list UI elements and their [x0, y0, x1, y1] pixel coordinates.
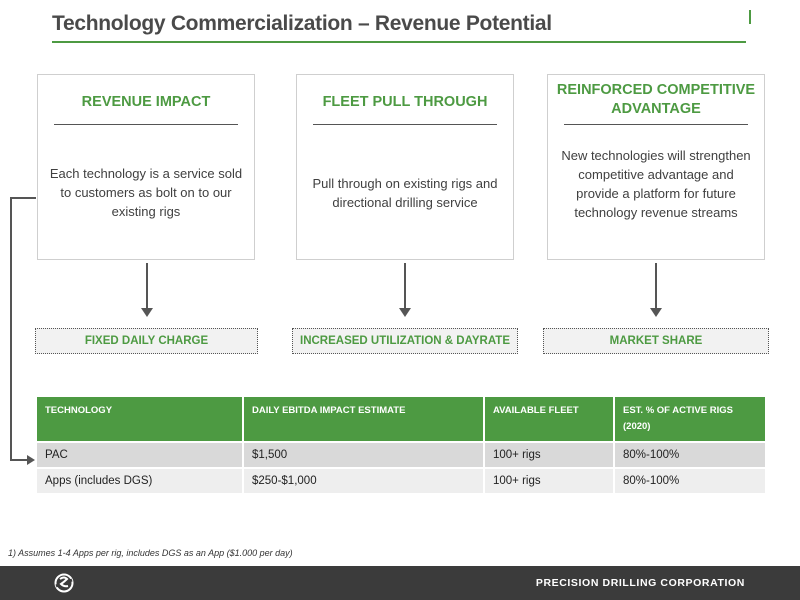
company-name: PRECISION DRILLING CORPORATION	[535, 577, 745, 589]
table-cell: $250-$1,000	[243, 467, 485, 493]
col-available-fleet: AVAILABLE FLEET	[484, 397, 615, 442]
page-number: 25	[757, 11, 769, 23]
revenue-impact-box: REVENUE IMPACT Each technology is a serv…	[37, 74, 255, 260]
box-divider	[313, 124, 497, 125]
table-row: PAC $1,500 100+ rigs 80%-100%	[37, 441, 765, 468]
table-cell: $1,500	[243, 441, 485, 468]
arrow-down-icon	[650, 308, 662, 317]
arrow-down-icon	[399, 308, 411, 317]
col-technology: TECHNOLOGY	[37, 397, 244, 442]
page-title: Technology Commercialization – Revenue P…	[52, 12, 552, 35]
box-heading: FLEET PULL THROUGH	[322, 94, 488, 110]
footer-separator	[749, 10, 751, 24]
table-cell: PAC	[37, 441, 244, 468]
table-row: Apps (includes DGS) $250-$1,000 100+ rig…	[37, 467, 765, 493]
table-cell: 100+ rigs	[484, 441, 615, 468]
box-body: Pull through on existing rigs and direct…	[312, 176, 498, 210]
arrow-down-icon	[141, 308, 153, 317]
box-body: Each technology is a service sold to cus…	[49, 166, 243, 219]
market-share-tag: MARKET SHARE	[543, 328, 769, 354]
table-header-row: TECHNOLOGY DAILY EBITDA IMPACT ESTIMATE …	[37, 397, 765, 442]
box-heading: REINFORCED COMPETITIVE ADVANTAGE	[556, 82, 756, 117]
footnote: 1) Assumes 1-4 Apps per rig, includes DG…	[8, 548, 293, 558]
footer-bar: PRECISION DRILLING CORPORATION	[0, 566, 800, 600]
title-rule	[52, 41, 746, 43]
table-cell: 80%-100%	[614, 467, 765, 493]
fleet-pull-through-box: FLEET PULL THROUGH Pull through on exist…	[296, 74, 514, 260]
table-cell: Apps (includes DGS)	[37, 467, 244, 493]
competitive-advantage-box: REINFORCED COMPETITIVE ADVANTAGE New tec…	[547, 74, 765, 260]
technology-table: TECHNOLOGY DAILY EBITDA IMPACT ESTIMATE …	[37, 397, 765, 493]
precision-drilling-logo-icon	[54, 573, 74, 593]
box-divider	[564, 124, 748, 125]
fixed-daily-charge-tag: FIXED DAILY CHARGE	[35, 328, 258, 354]
table-cell: 100+ rigs	[484, 467, 615, 493]
utilization-dayrate-tag: INCREASED UTILIZATION & DAYRATE	[292, 328, 518, 354]
table-cell: 80%-100%	[614, 441, 765, 468]
col-est-active-rigs: EST. % OF ACTIVE RIGS (2020)	[614, 397, 765, 442]
box-body: New technologies will strengthen competi…	[561, 148, 751, 220]
arrow-right-icon	[27, 455, 35, 465]
box-divider	[54, 124, 238, 125]
col-daily-ebitda: DAILY EBITDA IMPACT ESTIMATE	[243, 397, 485, 442]
box-heading: REVENUE IMPACT	[81, 94, 211, 110]
